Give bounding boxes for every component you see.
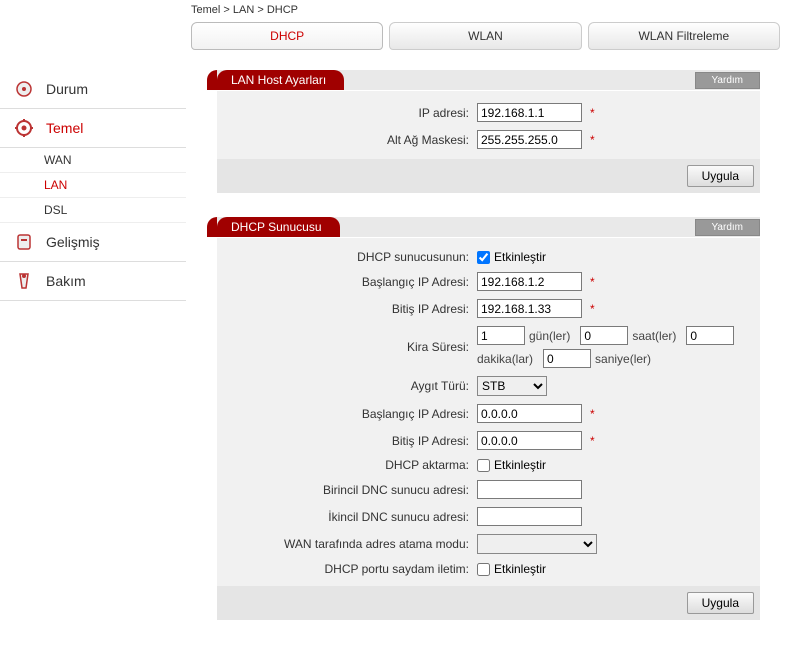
advanced-icon (10, 230, 38, 254)
enable-label: Etkinleştir (494, 458, 546, 472)
section-title: LAN Host Ayarları (217, 70, 344, 90)
sidebar-item-gelismis[interactable]: Gelişmiş (0, 223, 186, 262)
label-device-type: Aygıt Türü: (217, 379, 477, 393)
device-type-select[interactable]: STB (477, 376, 547, 396)
enable-label: Etkinleştir (494, 562, 546, 576)
enable-dhcp-checkbox-wrap[interactable]: Etkinleştir (477, 250, 546, 264)
subnav-item-wan[interactable]: WAN (0, 148, 186, 173)
sidebar-item-label: Gelişmiş (46, 234, 100, 250)
apply-button[interactable]: Uygula (687, 165, 754, 187)
label-dev-end-ip: Bitiş IP Adresi: (217, 434, 477, 448)
subnav-item-dsl[interactable]: DSL (0, 198, 186, 223)
label-dhcp-relay: DHCP aktarma: (217, 458, 477, 472)
relay-checkbox-wrap[interactable]: Etkinleştir (477, 458, 546, 472)
relay-checkbox[interactable] (477, 459, 490, 472)
required-mark: * (590, 106, 595, 120)
sidebar-item-label: Temel (46, 120, 83, 136)
tab-dhcp[interactable]: DHCP (191, 22, 383, 50)
section-lan-host: LAN Host Ayarları Yardım IP adresi: * Al… (217, 70, 760, 193)
secondary-dns-input[interactable] (477, 507, 582, 526)
main-content: Temel > LAN > DHCP DHCP WLAN WLAN Filtre… (186, 0, 785, 644)
dev-end-ip-input[interactable] (477, 431, 582, 450)
label-lease-time: Kira Süresi: (217, 340, 477, 354)
required-mark: * (590, 407, 595, 421)
label-secondary-dns: İkincil DNC sunucu adresi: (217, 510, 477, 524)
transparent-checkbox[interactable] (477, 563, 490, 576)
subnet-mask-input[interactable] (477, 130, 582, 149)
label-ip-address: IP adresi: (217, 106, 477, 120)
subnav: WAN LAN DSL (0, 148, 186, 223)
unit-seconds: saniye(ler) (595, 352, 651, 366)
dev-start-ip-input[interactable] (477, 404, 582, 423)
unit-days: gün(ler) (529, 329, 570, 343)
tabs: DHCP WLAN WLAN Filtreleme (191, 22, 780, 50)
lease-minutes-input[interactable] (686, 326, 734, 345)
primary-dns-input[interactable] (477, 480, 582, 499)
unit-hours: saat(ler) (632, 329, 676, 343)
end-ip-input[interactable] (477, 299, 582, 318)
required-mark: * (590, 434, 595, 448)
transparent-checkbox-wrap[interactable]: Etkinleştir (477, 562, 546, 576)
tab-wlan[interactable]: WLAN (389, 22, 581, 50)
form-body: DHCP sunucusunun: Etkinleştir Başlangıç … (217, 238, 760, 620)
form-body: IP adresi: * Alt Ağ Maskesi: * Uygula (217, 91, 760, 193)
sidebar: Durum Temel WAN LAN DSL Gelişmiş Bakım (0, 0, 186, 644)
sidebar-item-label: Bakım (46, 273, 86, 289)
section-header: DHCP Sunucusu Yardım (217, 217, 760, 237)
maintenance-icon (10, 269, 38, 293)
start-ip-input[interactable] (477, 272, 582, 291)
sidebar-item-durum[interactable]: Durum (0, 70, 186, 109)
label-dev-start-ip: Başlangıç IP Adresi: (217, 407, 477, 421)
subnav-item-lan[interactable]: LAN (0, 173, 186, 198)
enable-dhcp-checkbox[interactable] (477, 251, 490, 264)
label-wan-mode: WAN tarafında adres atama modu: (217, 537, 477, 551)
lease-days-input[interactable] (477, 326, 525, 345)
label-primary-dns: Birincil DNC sunucu adresi: (217, 483, 477, 497)
sidebar-item-temel[interactable]: Temel (0, 109, 186, 148)
ip-address-input[interactable] (477, 103, 582, 122)
tab-wlan-filter[interactable]: WLAN Filtreleme (588, 22, 780, 50)
label-dhcp-server: DHCP sunucusunun: (217, 250, 477, 264)
lease-hours-input[interactable] (580, 326, 628, 345)
required-mark: * (590, 302, 595, 316)
gear-icon (10, 116, 38, 140)
sidebar-item-bakim[interactable]: Bakım (0, 262, 186, 301)
unit-minutes: dakika(lar) (477, 352, 533, 366)
enable-label: Etkinleştir (494, 250, 546, 264)
label-start-ip: Başlangıç IP Adresi: (217, 275, 477, 289)
apply-button[interactable]: Uygula (687, 592, 754, 614)
section-header: LAN Host Ayarları Yardım (217, 70, 760, 90)
status-icon (10, 77, 38, 101)
breadcrumb: Temel > LAN > DHCP (191, 0, 780, 20)
section-title: DHCP Sunucusu (217, 217, 340, 237)
wan-mode-select[interactable] (477, 534, 597, 554)
label-end-ip: Bitiş IP Adresi: (217, 302, 477, 316)
label-subnet-mask: Alt Ağ Maskesi: (217, 133, 477, 147)
required-mark: * (590, 275, 595, 289)
help-button[interactable]: Yardım (695, 72, 761, 89)
lease-seconds-input[interactable] (543, 349, 591, 368)
sidebar-item-label: Durum (46, 81, 88, 97)
help-button[interactable]: Yardım (695, 219, 761, 236)
required-mark: * (590, 133, 595, 147)
label-transparent: DHCP portu saydam iletim: (217, 562, 477, 576)
section-dhcp-server: DHCP Sunucusu Yardım DHCP sunucusunun: E… (217, 217, 760, 620)
